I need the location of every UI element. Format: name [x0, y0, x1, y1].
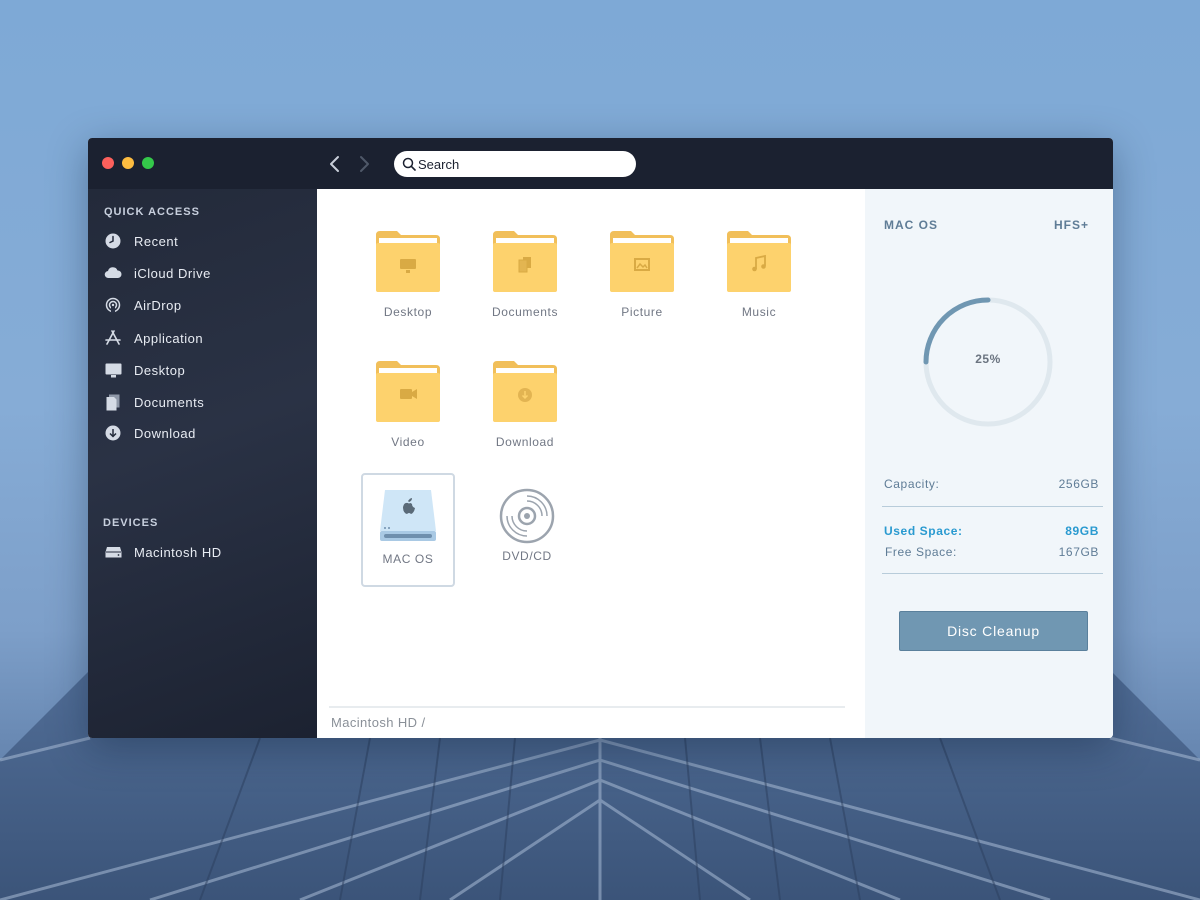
folder-image-icon	[610, 231, 674, 292]
folder-documents-icon	[493, 231, 557, 292]
sidebar-item-macintosh-hd[interactable]: Macintosh HD	[104, 541, 304, 563]
search-box[interactable]	[394, 151, 636, 177]
close-window-button[interactable]	[102, 157, 114, 169]
hard-drive-icon	[104, 543, 122, 561]
clock-icon	[104, 232, 122, 250]
disk-info-panel: MAC OS HFS+ 25% Capacity: 256GB Used Spa…	[865, 189, 1113, 738]
disk-name: MAC OS	[884, 218, 938, 232]
file-browser: Desktop Documents Picture Music Video Do…	[317, 189, 865, 738]
disc-cleanup-button[interactable]: Disc Cleanup	[899, 611, 1088, 651]
item-name: Music	[741, 305, 777, 319]
back-arrow-icon[interactable]	[326, 155, 344, 173]
free-space-label: Free Space:	[885, 545, 957, 559]
folder-picture[interactable]: Picture	[595, 229, 689, 343]
folder-video[interactable]: Video	[361, 359, 455, 473]
download-icon	[104, 424, 122, 442]
sidebar-item-icloud-drive[interactable]: iCloud Drive	[104, 262, 304, 284]
item-name: Download	[495, 435, 555, 449]
folder-documents[interactable]: Documents	[478, 229, 572, 343]
usage-percent: 25%	[975, 352, 1001, 366]
search-icon	[402, 157, 416, 171]
item-name: DVD/CD	[502, 549, 552, 563]
item-name: Video	[391, 435, 425, 449]
folder-music-note-icon	[727, 231, 791, 292]
sidebar-item-label: Recent	[134, 233, 179, 249]
sidebar-item-label: iCloud Drive	[134, 265, 211, 281]
item-name: Picture	[621, 305, 663, 319]
folder-music[interactable]: Music	[712, 229, 806, 343]
sidebar-item-download[interactable]: Download	[104, 422, 304, 444]
used-space-label: Used Space:	[884, 524, 963, 538]
quick-access-heading: QUICK ACCESS	[104, 206, 200, 218]
sidebar-item-label: Download	[134, 425, 196, 441]
drive-dvd-cd[interactable]: DVD/CD	[480, 473, 574, 587]
drive-mac-os[interactable]: MAC OS	[361, 473, 455, 587]
free-space-value: 167GB	[1058, 545, 1099, 559]
divider	[882, 506, 1103, 507]
folder-monitor-icon	[376, 231, 440, 292]
sidebar-item-label: Macintosh HD	[134, 544, 222, 560]
devices-heading: DEVICES	[103, 517, 159, 529]
sidebar-item-recent[interactable]: Recent	[104, 230, 304, 252]
documents-icon	[104, 393, 122, 411]
divider	[882, 573, 1103, 574]
sidebar-item-airdrop[interactable]: AirDrop	[104, 294, 304, 316]
monitor-icon	[104, 361, 122, 379]
sidebar-item-application[interactable]: Application	[104, 327, 304, 349]
sidebar-item-label: Desktop	[134, 362, 186, 378]
airdrop-icon	[104, 296, 122, 314]
folder-desktop[interactable]: Desktop	[361, 229, 455, 343]
item-name: Documents	[491, 305, 559, 319]
app-store-icon	[104, 329, 122, 347]
search-input[interactable]	[418, 154, 628, 174]
apple-drive-icon	[380, 490, 436, 541]
sidebar-item-documents[interactable]: Documents	[104, 391, 304, 413]
sidebar-item-desktop[interactable]: Desktop	[104, 359, 304, 381]
finder-window: QUICK ACCESS Recent iCloud Drive AirDrop…	[88, 138, 1113, 738]
forward-arrow-icon[interactable]	[355, 155, 373, 173]
path-bar: Macintosh HD /	[329, 706, 845, 736]
maximize-window-button[interactable]	[142, 157, 154, 169]
used-space-value: 89GB	[1065, 524, 1099, 538]
item-name: Desktop	[383, 305, 433, 319]
file-system-label: HFS+	[1053, 218, 1089, 232]
path-text: Macintosh HD /	[331, 715, 426, 730]
sidebar: QUICK ACCESS Recent iCloud Drive AirDrop…	[88, 189, 317, 738]
sidebar-item-label: AirDrop	[134, 297, 182, 313]
sidebar-item-label: Application	[134, 330, 204, 346]
minimize-window-button[interactable]	[122, 157, 134, 169]
title-bar	[88, 138, 1113, 189]
capacity-label: Capacity:	[884, 477, 940, 491]
disc-icon	[499, 488, 555, 544]
item-name: MAC OS	[382, 552, 434, 566]
folder-video-camera-icon	[376, 361, 440, 422]
folder-download-icon	[493, 361, 557, 422]
capacity-value: 256GB	[1058, 477, 1099, 491]
cloud-icon	[104, 264, 122, 282]
sidebar-item-label: Documents	[134, 394, 205, 410]
folder-download[interactable]: Download	[478, 359, 572, 473]
